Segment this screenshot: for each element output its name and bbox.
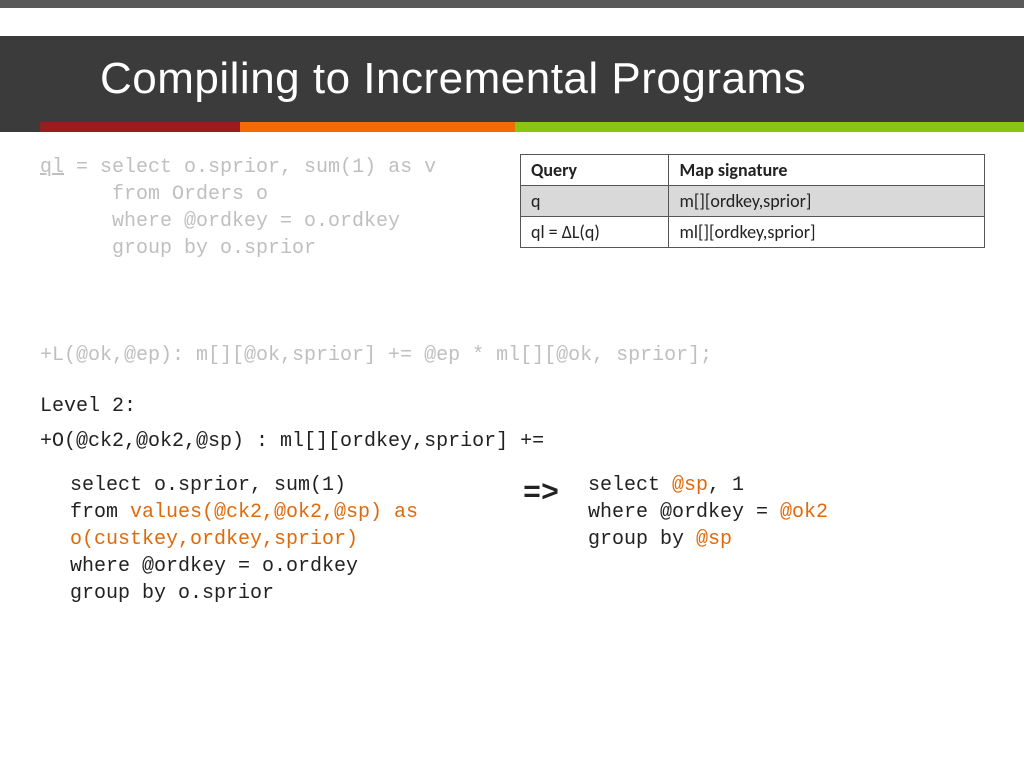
- sig-q: q: [521, 186, 669, 217]
- decor-top-gap: [0, 8, 1024, 36]
- sig-row-q: q m[][ordkey,sprior]: [521, 186, 985, 217]
- title-bar: Compiling to Incremental Programs: [0, 36, 1024, 122]
- map-signature-table: Query Map signature q m[][ordkey,sprior]…: [520, 154, 985, 248]
- lq-from-values: values(@ck2,@ok2,@sp) as: [130, 501, 418, 524]
- ql-eq: = select o.sprior, sum(1) as v: [64, 156, 436, 179]
- rq-select: select @sp, 1: [588, 472, 980, 499]
- accent-red: [40, 122, 240, 132]
- ql-label: ql: [40, 156, 64, 179]
- ql-definition-block: ql = select o.sprior, sum(1) as v from O…: [40, 154, 510, 262]
- level-2-label: Level 2:: [40, 393, 980, 420]
- transform-arrow: =>: [516, 474, 566, 515]
- sig-table: Query Map signature q m[][ordkey,sprior]…: [520, 154, 985, 248]
- sig-row-ql: ql = ΔL(q) ml[][ordkey,sprior]: [521, 217, 985, 248]
- accent-green: [515, 122, 1024, 132]
- sig-header-map: Map signature: [669, 155, 985, 186]
- rq-select-kw: select: [588, 474, 672, 497]
- l-rule: +L(@ok,@ep): m[][@ok,sprior] += @ep * ml…: [40, 342, 980, 369]
- sig-ml: ml[][ordkey,sprior]: [669, 217, 985, 248]
- ql-from: from Orders o: [40, 181, 510, 208]
- ql-group: group by o.sprior: [40, 235, 510, 262]
- rq-group-kw: group by: [588, 528, 696, 551]
- rq-where: where @ordkey = @ok2: [588, 499, 980, 526]
- decor-top-thin: [0, 0, 1024, 8]
- lower-transform: select o.sprior, sum(1) from values(@ck2…: [40, 472, 980, 607]
- o-rule-head: +O(@ck2,@ok2,@sp) : ml[][ordkey,sprior] …: [40, 428, 980, 455]
- rq-group: group by @sp: [588, 526, 980, 553]
- lq-group: group by o.sprior: [70, 580, 500, 607]
- lq-alias: o(custkey,ordkey,sprior): [70, 526, 500, 553]
- ql-line1: ql = select o.sprior, sum(1) as v: [40, 154, 510, 181]
- accent-orange: [240, 122, 515, 132]
- accent-bar: [0, 122, 1024, 132]
- slide-root: Compiling to Incremental Programs ql = s…: [0, 0, 1024, 768]
- lq-select: select o.sprior, sum(1): [70, 472, 500, 499]
- rq-select-sp: @sp: [672, 474, 708, 497]
- content-area: ql = select o.sprior, sum(1) as v from O…: [0, 132, 1024, 154]
- rq-select-tail: , 1: [708, 474, 744, 497]
- lq-from-kw: from: [70, 501, 130, 524]
- accent-dark: [0, 122, 40, 132]
- right-query: select @sp, 1 where @ordkey = @ok2 group…: [582, 472, 980, 553]
- sig-m: m[][ordkey,sprior]: [669, 186, 985, 217]
- lq-where: where @ordkey = o.ordkey: [70, 553, 500, 580]
- ql-where: where @ordkey = o.ordkey: [40, 208, 510, 235]
- rq-where-kw: where @ordkey =: [588, 501, 780, 524]
- rq-where-ok: @ok2: [780, 501, 828, 524]
- sig-header-row: Query Map signature: [521, 155, 985, 186]
- sig-ql: ql = ΔL(q): [521, 217, 669, 248]
- mid-block: +L(@ok,@ep): m[][@ok,sprior] += @ep * ml…: [40, 342, 980, 455]
- rq-group-sp: @sp: [696, 528, 732, 551]
- lq-from: from values(@ck2,@ok2,@sp) as: [70, 499, 500, 526]
- left-query: select o.sprior, sum(1) from values(@ck2…: [40, 472, 500, 607]
- sig-header-query: Query: [521, 155, 669, 186]
- slide-title: Compiling to Incremental Programs: [100, 54, 984, 104]
